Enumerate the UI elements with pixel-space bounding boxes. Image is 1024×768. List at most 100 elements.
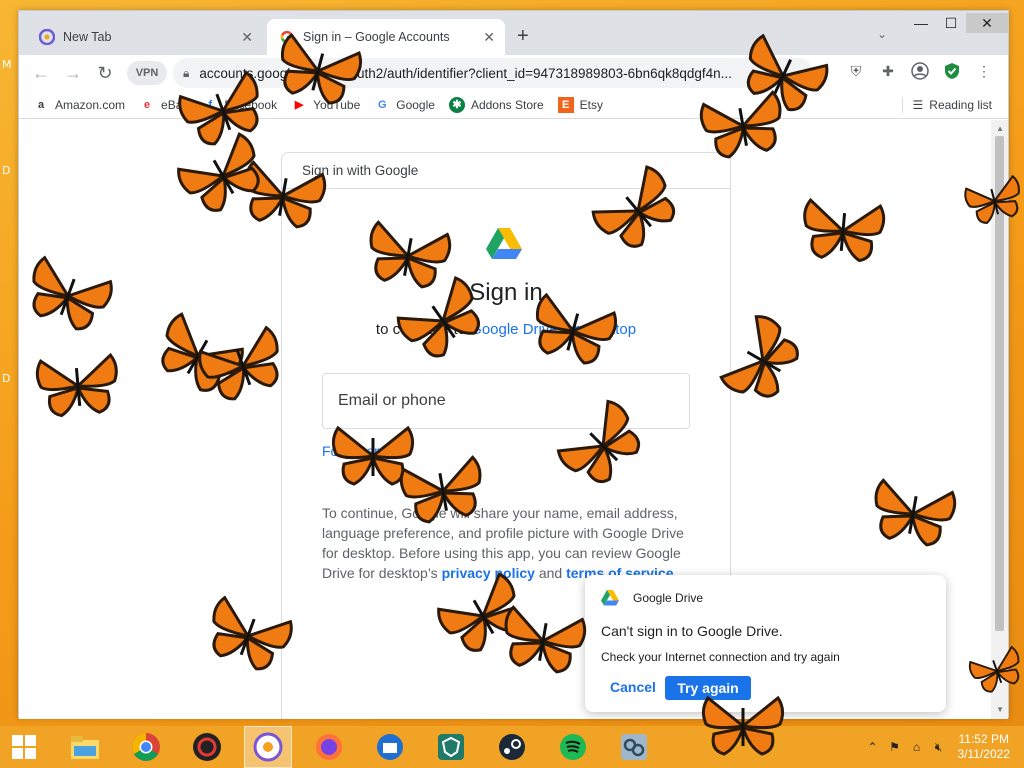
google-drive-logo-icon [486, 228, 522, 259]
bookmark-label: Google [396, 97, 435, 112]
privacy-policy-link[interactable]: privacy policy [442, 565, 535, 581]
consent-text: To continue, Google will share your name… [322, 503, 692, 583]
bookmark-google[interactable]: G Google [374, 97, 435, 113]
browser-toolbar: ← → ↻ VPN 🔒︎ accounts.google.com/o/oauth… [19, 55, 1008, 91]
notification-app-name: Google Drive [633, 591, 704, 605]
addons-icon: ✱ [448, 96, 465, 113]
extensions-puzzle-icon[interactable]: ✚ [878, 61, 898, 81]
close-tab-icon[interactable]: ✕ [483, 29, 495, 46]
vpn-badge[interactable]: VPN [127, 61, 167, 85]
tab-title: New Tab [63, 30, 112, 44]
bookmark-label: YouTube [313, 97, 361, 112]
tab-title: Sign in – Google Accounts [303, 30, 450, 44]
clock[interactable]: 11:52 PM 3/11/2022 [958, 732, 1011, 762]
cancel-button[interactable]: Cancel [610, 679, 656, 695]
clock-time: 11:52 PM [958, 732, 1009, 746]
system-tray: ⌃ ⚑ ⌂ 🔇︎ 11:52 PM 3/11/2022 [862, 726, 1024, 768]
bookmark-youtube[interactable]: ▶ YouTube [291, 97, 360, 113]
shield-extension-icon[interactable] [942, 61, 962, 81]
google-favicon-icon [279, 29, 295, 45]
reading-list-icon: ☰ [912, 98, 924, 112]
amazon-icon: a [37, 98, 45, 111]
email-field[interactable]: Email or phone [322, 373, 690, 429]
bookmark-label: Facebook [224, 97, 278, 112]
minimize-button[interactable]: — [906, 13, 936, 33]
back-button[interactable]: ← [25, 63, 57, 84]
close-tab-icon[interactable]: ✕ [241, 29, 253, 46]
page-title: Sign in [469, 279, 543, 306]
file-explorer-taskbar-icon[interactable] [61, 726, 109, 768]
google-icon: G [377, 98, 387, 111]
bookmark-label: Amazon.com [55, 97, 126, 112]
address-bar[interactable]: 🔒︎ accounts.google.com/o/oauth2/auth/ide… [173, 58, 813, 88]
try-again-button[interactable]: Try again [665, 676, 751, 700]
app-link[interactable]: Google Drive for desktop [470, 321, 636, 338]
forgot-email-link[interactable]: Forgot email? [322, 443, 408, 459]
maximize-button[interactable]: ☐ [936, 13, 966, 33]
bookmark-facebook[interactable]: f Facebook [202, 97, 278, 113]
bookmark-ebay[interactable]: e eBay [139, 97, 188, 113]
browser-menu-icon[interactable]: ⋮ [974, 61, 994, 81]
facebook-icon: f [208, 98, 213, 111]
extension-area: ⛨ ✚ ⋮ [846, 61, 994, 81]
desktop-label: D [2, 164, 11, 177]
signin-subtitle: to continue to Google Drive for desktop [282, 321, 730, 338]
notification-header: Google Drive [601, 590, 703, 606]
scroll-thumb[interactable] [995, 136, 1004, 631]
tab-new-tab[interactable]: New Tab ✕ [27, 19, 263, 55]
spotify-taskbar-icon[interactable] [549, 726, 597, 768]
chrome-taskbar-icon[interactable] [122, 726, 170, 768]
bookmarks-bar: a Amazon.com e eBay f Facebook ▶ YouTube… [19, 91, 1008, 119]
tab-search-chevron-icon[interactable]: ⌄ [877, 27, 887, 41]
youtube-icon: ▶ [294, 99, 304, 111]
protonvpn-taskbar-icon[interactable] [427, 726, 475, 768]
windows-logo-icon [12, 735, 36, 759]
taskbar: ⌃ ⚑ ⌂ 🔇︎ 11:52 PM 3/11/2022 [0, 726, 1024, 768]
new-tab-button[interactable]: + [517, 25, 529, 48]
flag-icon[interactable]: ⚑ [884, 740, 906, 754]
reading-list-label: Reading list [929, 98, 992, 112]
close-window-button[interactable]: ✕ [966, 13, 1008, 33]
tab-strip: New Tab ✕ Sign in – Google Accounts ✕ + … [19, 11, 1008, 55]
divider [901, 97, 903, 113]
network-icon[interactable]: ⌂ [906, 740, 928, 754]
new-tab-favicon-icon [39, 29, 55, 45]
ebay-icon: e [143, 98, 151, 111]
bookmark-amazon[interactable]: a Amazon.com [33, 97, 125, 113]
scroll-down-icon[interactable]: ▼ [996, 705, 1004, 714]
start-button[interactable] [0, 726, 48, 768]
vpn-app-taskbar-icon[interactable] [244, 726, 292, 768]
network-app-taskbar-icon[interactable] [610, 726, 658, 768]
bookmark-addons-store[interactable]: ✱ Addons Store [448, 96, 544, 113]
reload-button[interactable]: ↻ [89, 63, 121, 84]
window-controls: — ☐ ✕ [906, 13, 1008, 33]
google-drive-icon [601, 590, 619, 606]
subtitle-text: to continue to [375, 321, 471, 338]
firefox-taskbar-icon[interactable] [305, 726, 353, 768]
steam-taskbar-icon[interactable] [488, 726, 536, 768]
tray-overflow-chevron-icon[interactable]: ⌃ [862, 740, 884, 754]
card-header: Sign in with Google [282, 153, 730, 189]
thunderbird-taskbar-icon[interactable] [366, 726, 414, 768]
url-text: accounts.google.com/o/oauth2/auth/identi… [199, 65, 732, 81]
security-app-taskbar-icon[interactable] [183, 726, 231, 768]
notification-title: Can't sign in to Google Drive. [601, 623, 783, 639]
etsy-icon: E [557, 96, 574, 113]
forward-button[interactable]: → [57, 63, 89, 84]
scroll-up-icon[interactable]: ▲ [996, 124, 1004, 133]
volume-muted-icon[interactable]: 🔇︎ [928, 740, 950, 755]
bookmark-label: eBay [161, 97, 189, 112]
clock-date: 3/11/2022 [957, 747, 1011, 761]
notification-body: Check your Internet connection and try a… [601, 650, 840, 664]
bookmark-label: Addons Store [470, 97, 544, 112]
bookmark-label: Etsy [579, 97, 604, 112]
desktop-label: M [2, 58, 12, 71]
reading-list-button[interactable]: ☰ Reading list [901, 97, 992, 113]
profile-icon[interactable] [910, 61, 930, 81]
tab-sign-in[interactable]: Sign in – Google Accounts ✕ [267, 19, 505, 55]
lock-icon[interactable]: 🔒︎ [183, 66, 189, 81]
consent-and: and [534, 565, 567, 581]
bookmark-etsy[interactable]: E Etsy [557, 96, 604, 113]
adblock-extension-icon[interactable]: ⛨ [846, 61, 866, 81]
drive-error-notification: Google Drive Can't sign in to Google Dri… [585, 575, 946, 712]
